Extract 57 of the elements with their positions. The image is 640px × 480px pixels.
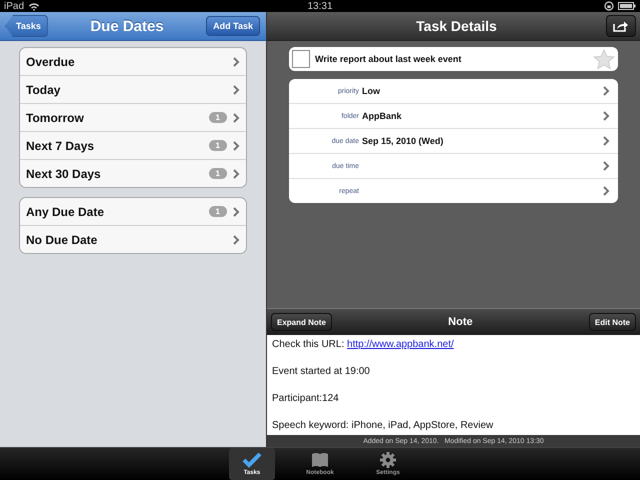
item-label: Any Due Date bbox=[26, 204, 104, 218]
nav-title: Due Dates bbox=[90, 18, 164, 34]
url-link[interactable]: http://www.appbank.net/ bbox=[347, 339, 454, 350]
chevron-icon bbox=[232, 234, 240, 244]
note-title: Note bbox=[448, 316, 473, 328]
book-icon bbox=[311, 452, 329, 468]
clock: 13:31 bbox=[307, 0, 333, 12]
list-item[interactable]: Tomorrow 1 bbox=[20, 103, 246, 131]
note-line: Event started at 19:00 bbox=[272, 366, 371, 378]
share-icon bbox=[612, 20, 629, 32]
chevron-icon bbox=[232, 140, 240, 150]
list-item[interactable]: Today bbox=[20, 75, 246, 103]
item-label: Next 30 Days bbox=[26, 166, 101, 180]
chevron-icon bbox=[602, 136, 610, 146]
chevron-icon bbox=[232, 168, 240, 178]
item-label: Overdue bbox=[26, 54, 75, 68]
note-line: Speech keyword: iPhone, iPad, AppStore, Review bbox=[272, 420, 494, 432]
chevron-icon bbox=[602, 111, 610, 121]
expand-note-button[interactable]: Expand Note bbox=[271, 313, 332, 331]
list-item[interactable]: Next 30 Days 1 bbox=[20, 159, 246, 187]
task-checkbox[interactable] bbox=[292, 50, 310, 68]
field-value: AppBank bbox=[362, 111, 403, 121]
field-value: Sep 15, 2010 (Wed) bbox=[362, 136, 444, 146]
device-name: iPad bbox=[4, 0, 24, 12]
back-button[interactable]: Tasks bbox=[5, 15, 48, 37]
item-label: Today bbox=[26, 82, 60, 96]
note-line: Participant:124 bbox=[272, 393, 340, 405]
header-title: Task Details bbox=[416, 18, 497, 34]
chevron-icon bbox=[602, 161, 610, 171]
note-line: Check this URL: http://www.appbank.net/ bbox=[272, 339, 455, 351]
list-item[interactable]: Overdue bbox=[20, 48, 246, 75]
item-label: Next 7 Days bbox=[26, 138, 94, 152]
wifi-icon bbox=[28, 2, 40, 10]
rotation-lock-icon bbox=[604, 1, 614, 11]
add-task-button[interactable]: Add Task bbox=[206, 16, 260, 36]
count-badge: 1 bbox=[208, 112, 227, 123]
count-badge: 1 bbox=[208, 206, 227, 217]
field-value: Low bbox=[362, 86, 381, 96]
chevron-icon bbox=[232, 206, 240, 216]
gear-icon bbox=[380, 452, 396, 468]
chevron-icon bbox=[602, 86, 610, 96]
edit-note-button[interactable]: Edit Note bbox=[588, 313, 636, 331]
chevron-icon bbox=[232, 112, 240, 122]
count-badge: 1 bbox=[208, 140, 227, 151]
item-label: Tomorrow bbox=[26, 110, 84, 124]
battery-icon bbox=[618, 2, 636, 10]
task-title: Write report about last week event bbox=[315, 54, 462, 64]
share-button[interactable] bbox=[606, 15, 636, 37]
check-icon bbox=[242, 452, 262, 468]
item-label: No Due Date bbox=[26, 232, 98, 246]
list-item[interactable]: Next 7 Days 1 bbox=[20, 131, 246, 159]
count-badge: 1 bbox=[208, 168, 227, 179]
chevron-icon bbox=[232, 56, 240, 66]
chevron-icon bbox=[232, 84, 240, 94]
chevron-icon bbox=[602, 186, 610, 196]
list-item[interactable]: Any Due Date 1 bbox=[20, 198, 246, 225]
list-item[interactable]: No Due Date bbox=[20, 225, 246, 253]
